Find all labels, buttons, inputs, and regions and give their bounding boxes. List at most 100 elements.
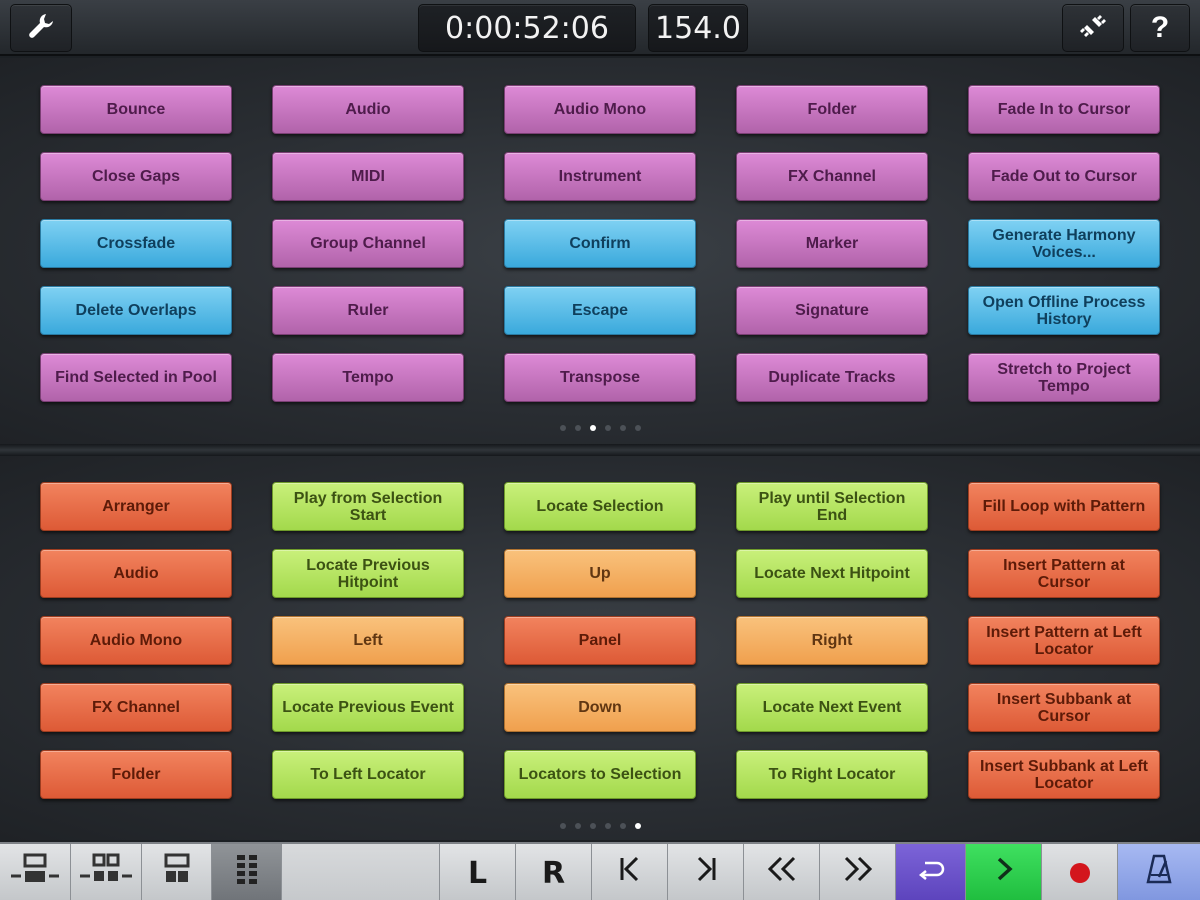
layout-two-panels-button[interactable]: [0, 844, 71, 900]
top-duplicate-tracks-button[interactable]: Duplicate Tracks: [736, 353, 928, 402]
help-label: ?: [1150, 11, 1170, 44]
command-label: Audio: [345, 101, 391, 118]
top-stretch-to-project-tempo-button[interactable]: Stretch to Project Tempo: [968, 353, 1160, 402]
bottom-to-right-locator-button[interactable]: To Right Locator: [736, 750, 928, 799]
page-dot[interactable]: [559, 425, 566, 431]
next-marker-button[interactable]: [668, 844, 744, 900]
left-locator-button[interactable]: L: [440, 844, 516, 900]
top-escape-button[interactable]: Escape: [504, 286, 696, 335]
command-label: To Left Locator: [310, 766, 426, 783]
bottom-locate-previous-hitpoint-button[interactable]: Locate Previous Hitpoint: [272, 549, 464, 598]
top-instrument-button[interactable]: Instrument: [504, 152, 696, 201]
layout-four-panels-button[interactable]: [71, 844, 142, 900]
command-label: Up: [589, 565, 611, 582]
bottom-arranger-button[interactable]: Arranger: [40, 482, 232, 531]
layout-grid-button[interactable]: [212, 844, 282, 900]
top-fx-channel-button[interactable]: FX Channel: [736, 152, 928, 201]
bottom-audio-button[interactable]: Audio: [40, 549, 232, 598]
bottom-down-button[interactable]: Down: [504, 683, 696, 732]
top-transpose-button[interactable]: Transpose: [504, 353, 696, 402]
bottom-folder-button[interactable]: Folder: [40, 750, 232, 799]
bottom-locate-next-event-button[interactable]: Locate Next Event: [736, 683, 928, 732]
page-dot[interactable]: [634, 823, 641, 829]
bottom-insert-pattern-at-left-locator-button[interactable]: Insert Pattern at Left Locator: [968, 616, 1160, 665]
command-label: Escape: [571, 302, 629, 319]
page-dot[interactable]: [619, 823, 626, 829]
page-dot[interactable]: [574, 823, 581, 829]
top-midi-button[interactable]: MIDI: [272, 152, 464, 201]
page-dot[interactable]: [604, 823, 611, 829]
top-bounce-button[interactable]: Bounce: [40, 85, 232, 134]
bottom-right-button[interactable]: Right: [736, 616, 928, 665]
forward-button[interactable]: [820, 844, 896, 900]
command-label: Down: [578, 699, 622, 716]
bottom-page-indicator[interactable]: [0, 823, 1200, 829]
page-dot[interactable]: [604, 425, 611, 431]
page-dot[interactable]: [589, 425, 596, 431]
bottom-left-button[interactable]: Left: [272, 616, 464, 665]
top-open-offline-process-history-button[interactable]: Open Offline Process History: [968, 286, 1160, 335]
bottom-audio-mono-button[interactable]: Audio Mono: [40, 616, 232, 665]
top-delete-overlaps-button[interactable]: Delete Overlaps: [40, 286, 232, 335]
record-button[interactable]: [1042, 844, 1118, 900]
bottom-to-left-locator-button[interactable]: To Left Locator: [272, 750, 464, 799]
time-display[interactable]: 0:00:52:06: [418, 4, 636, 52]
layout-four-panels-icon: [78, 852, 134, 894]
bottom-insert-pattern-at-cursor-button[interactable]: Insert Pattern at Cursor: [968, 549, 1160, 598]
cycle-button[interactable]: [896, 844, 966, 900]
layout-two-small-button[interactable]: [142, 844, 212, 900]
left-locator-label: L: [467, 855, 488, 891]
top-command-grid: Bounce Audio Audio Mono Folder Fade In to Cu…: [40, 85, 1160, 402]
bottom-fx-channel-button[interactable]: FX Channel: [40, 683, 232, 732]
page-dot[interactable]: [574, 425, 581, 431]
previous-marker-button[interactable]: [592, 844, 668, 900]
page-dot[interactable]: [619, 425, 626, 431]
metronome-button[interactable]: [1118, 844, 1200, 900]
top-generate-harmony-voices-button[interactable]: Generate Harmony Voices...: [968, 219, 1160, 268]
bottom-locate-previous-event-button[interactable]: Locate Previous Event: [272, 683, 464, 732]
top-audio-button[interactable]: Audio: [272, 85, 464, 134]
top-signature-button[interactable]: Signature: [736, 286, 928, 335]
bottom-locate-selection-button[interactable]: Locate Selection: [504, 482, 696, 531]
rewind-button[interactable]: [744, 844, 820, 900]
tempo-display[interactable]: 154.0: [648, 4, 748, 52]
command-label: Play from Selection Start: [293, 489, 443, 524]
bottom-up-button[interactable]: Up: [504, 549, 696, 598]
top-close-gaps-button[interactable]: Close Gaps: [40, 152, 232, 201]
top-find-selected-in-pool-button[interactable]: Find Selected in Pool: [40, 353, 232, 402]
command-label: Right: [811, 632, 853, 649]
bottom-insert-subbank-at-cursor-button[interactable]: Insert Subbank at Cursor: [968, 683, 1160, 732]
page-dot[interactable]: [559, 823, 566, 829]
top-fade-in-to-cursor-button[interactable]: Fade In to Cursor: [968, 85, 1160, 134]
settings-button[interactable]: [10, 4, 72, 52]
command-label: Signature: [795, 302, 869, 319]
top-group-channel-button[interactable]: Group Channel: [272, 219, 464, 268]
top-folder-button[interactable]: Folder: [736, 85, 928, 134]
top-tempo-button[interactable]: Tempo: [272, 353, 464, 402]
page-dot[interactable]: [634, 425, 641, 431]
top-confirm-button[interactable]: Confirm: [504, 219, 696, 268]
tempo-value: 154.0: [655, 10, 741, 46]
bottom-insert-subbank-at-left-locator-button[interactable]: Insert Subbank at Left Locator: [968, 750, 1160, 799]
command-label: Left: [353, 632, 383, 649]
bottom-locators-to-selection-button[interactable]: Locators to Selection: [504, 750, 696, 799]
play-button[interactable]: [966, 844, 1042, 900]
top-marker-button[interactable]: Marker: [736, 219, 928, 268]
page-dot[interactable]: [589, 823, 596, 829]
top-page-indicator[interactable]: [0, 425, 1200, 431]
command-label: Insert Pattern at Left Locator: [986, 623, 1142, 658]
bottom-fill-loop-with-pattern-button[interactable]: Fill Loop with Pattern: [968, 482, 1160, 531]
top-ruler-button[interactable]: Ruler: [272, 286, 464, 335]
bottom-play-from-selection-start-button[interactable]: Play from Selection Start: [272, 482, 464, 531]
panel-divider[interactable]: [0, 444, 1200, 456]
command-label: Locate Previous Event: [282, 699, 454, 716]
bottom-locate-next-hitpoint-button[interactable]: Locate Next Hitpoint: [736, 549, 928, 598]
bottom-play-until-selection-end-button[interactable]: Play until Selection End: [736, 482, 928, 531]
help-button[interactable]: ?: [1130, 4, 1190, 52]
connection-button[interactable]: [1062, 4, 1124, 52]
top-audio-mono-button[interactable]: Audio Mono: [504, 85, 696, 134]
right-locator-button[interactable]: R: [516, 844, 592, 900]
top-crossfade-button[interactable]: Crossfade: [40, 219, 232, 268]
bottom-panel-button[interactable]: Panel: [504, 616, 696, 665]
top-fade-out-to-cursor-button[interactable]: Fade Out to Cursor: [968, 152, 1160, 201]
